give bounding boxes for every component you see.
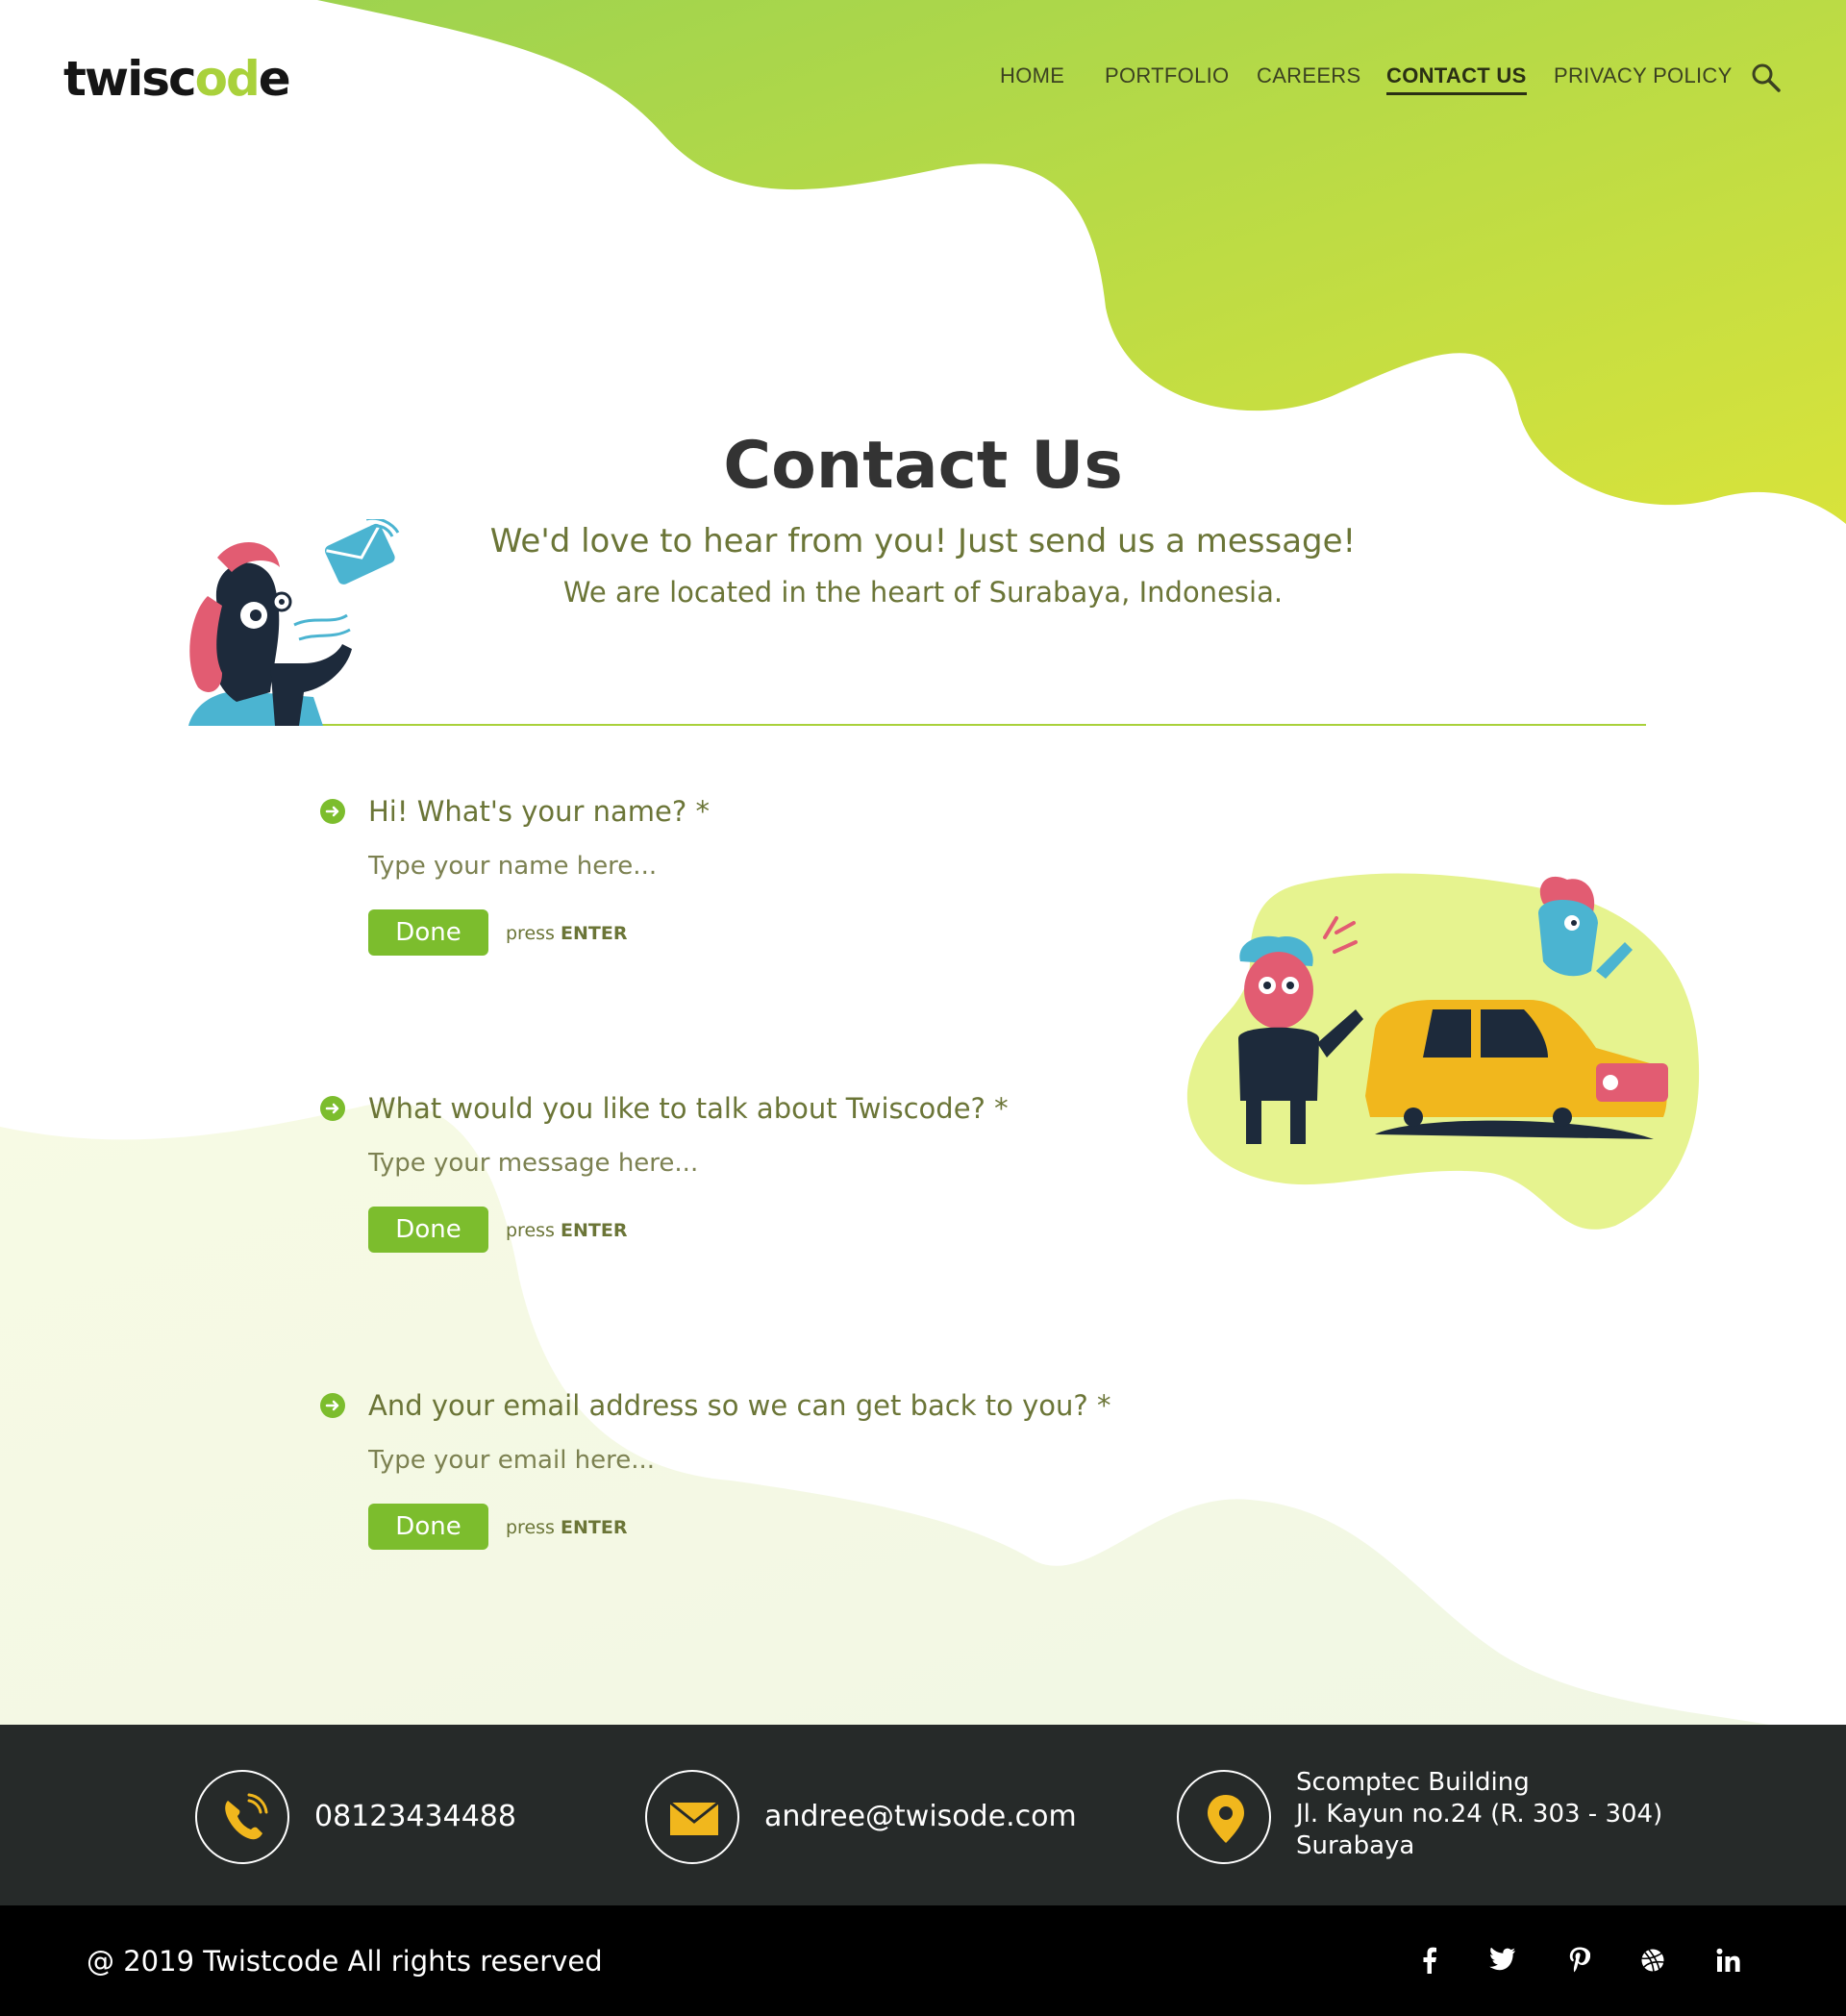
search-icon[interactable] [1750, 62, 1783, 94]
contact-info-bar: 08123434488 andree@twisode.com Scomptec … [0, 1725, 1846, 1905]
nav-contact-us[interactable]: CONTACT US [1386, 62, 1527, 95]
nav-careers[interactable]: CAREERS [1257, 62, 1360, 90]
question-label: What would you like to talk about Twisco… [368, 1092, 1009, 1125]
people-with-car-illustration [1186, 873, 1700, 1230]
done-button[interactable]: Done [368, 1207, 488, 1253]
nav-portfolio[interactable]: PORTFOLIO [1105, 62, 1229, 90]
enter-hint: press ENTER [506, 1220, 628, 1241]
arrow-circle-icon [320, 799, 345, 824]
location-pin-icon[interactable] [1177, 1770, 1271, 1864]
enter-hint: press ENTER [506, 1517, 628, 1538]
phone-icon[interactable] [195, 1770, 289, 1864]
email-address[interactable]: andree@twisode.com [764, 1798, 1077, 1836]
linkedin-icon[interactable] [1712, 1944, 1745, 1977]
nav-home[interactable]: HOME [1000, 62, 1064, 90]
question-label: And your email address so we can get bac… [368, 1389, 1111, 1422]
address-line: Jl. Kayun no.24 (R. 303 - 304) [1296, 1800, 1663, 1829]
dribbble-icon[interactable] [1636, 1944, 1669, 1977]
twitter-icon[interactable] [1485, 1944, 1518, 1977]
office-address: Scomptec Building Jl. Kayun no.24 (R. 30… [1296, 1767, 1662, 1862]
arrow-circle-icon [320, 1096, 345, 1121]
email-input[interactable] [368, 1436, 907, 1484]
arrow-circle-icon [320, 1393, 345, 1418]
question-label: Hi! What's your name? * [368, 795, 710, 828]
phone-number[interactable]: 08123434488 [314, 1798, 516, 1836]
enter-hint: press ENTER [506, 923, 628, 944]
done-button[interactable]: Done [368, 1504, 488, 1550]
site-header: twiscode HOME PORTFOLIO CAREERS CONTACT … [0, 0, 1846, 154]
section-divider [192, 724, 1646, 726]
copyright-text: @ 2019 Twistcode All rights reserved [87, 1945, 603, 1978]
mail-icon[interactable] [645, 1770, 739, 1864]
message-input[interactable] [368, 1139, 907, 1187]
facebook-icon[interactable] [1413, 1944, 1446, 1977]
address-line: Scomptec Building [1296, 1768, 1530, 1797]
page-title: Contact Us [723, 428, 1123, 504]
twiscode-logo[interactable]: twiscode [63, 50, 291, 108]
address-line: Surabaya [1296, 1831, 1415, 1860]
nav-privacy-policy[interactable]: PRIVACY POLICY [1554, 62, 1733, 90]
done-button[interactable]: Done [368, 909, 488, 956]
pinterest-icon[interactable] [1563, 1944, 1596, 1977]
name-input[interactable] [368, 842, 907, 890]
person-with-letter-illustration [188, 519, 400, 726]
site-footer: @ 2019 Twistcode All rights reserved [0, 1905, 1846, 2016]
